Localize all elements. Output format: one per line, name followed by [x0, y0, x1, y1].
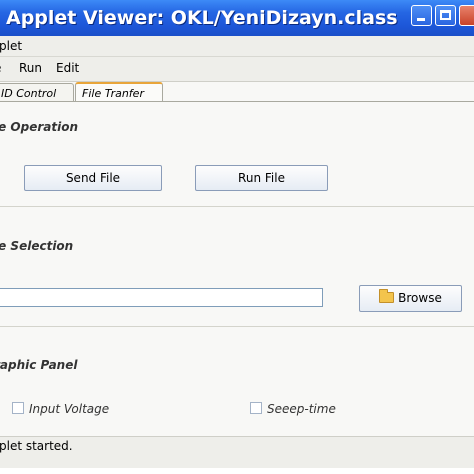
tab-id-control[interactable]: ID Control	[0, 83, 74, 101]
applet-content	[0, 81, 474, 437]
run-file-button[interactable]: Run File	[195, 165, 328, 191]
applet-viewer-window: Applet Viewer: OKL/YeniDizayn.class plet…	[0, 0, 474, 468]
seeep-time-label: Seeep-time	[267, 402, 336, 416]
menu-bar: e Run Edit	[0, 58, 474, 80]
tab-file-transfer[interactable]: File Tranfer	[75, 82, 163, 102]
status-text: plet started.	[0, 439, 73, 453]
menu-file[interactable]: e	[0, 61, 1, 75]
seeep-time-checkbox-row[interactable]: Seeep-time	[250, 398, 336, 416]
browse-label: Browse	[398, 291, 442, 305]
applet-menu-bar: plet	[0, 36, 474, 57]
graphic-panel-title: raphic Panel	[0, 358, 78, 372]
close-button[interactable]	[459, 5, 474, 26]
status-bar: plet started.	[0, 436, 474, 468]
minimize-button[interactable]	[411, 5, 432, 26]
input-voltage-checkbox-row[interactable]: Input Voltage	[12, 398, 110, 416]
file-selection-title: le Selection	[0, 239, 74, 253]
title-bar[interactable]: Applet Viewer: OKL/YeniDizayn.class	[0, 0, 474, 36]
input-voltage-checkbox[interactable]	[12, 402, 24, 414]
file-operation-title: le Operation	[0, 120, 79, 134]
window-title: Applet Viewer: OKL/YeniDizayn.class	[6, 7, 398, 29]
browse-button[interactable]: Browse	[359, 285, 462, 312]
minimize-icon	[417, 18, 425, 21]
menu-edit[interactable]: Edit	[56, 61, 79, 75]
section-divider	[0, 326, 474, 327]
maximize-icon	[440, 10, 451, 20]
maximize-button[interactable]	[435, 5, 456, 26]
file-path-input[interactable]	[0, 288, 323, 307]
seeep-time-checkbox[interactable]	[250, 402, 262, 414]
menu-run[interactable]: Run	[19, 61, 42, 75]
folder-icon	[379, 289, 395, 303]
section-divider	[0, 206, 474, 207]
input-voltage-label: Input Voltage	[29, 402, 110, 416]
applet-menu[interactable]: plet	[0, 39, 22, 53]
send-file-button[interactable]: Send File	[24, 165, 162, 191]
tab-strip-divider	[0, 101, 474, 102]
